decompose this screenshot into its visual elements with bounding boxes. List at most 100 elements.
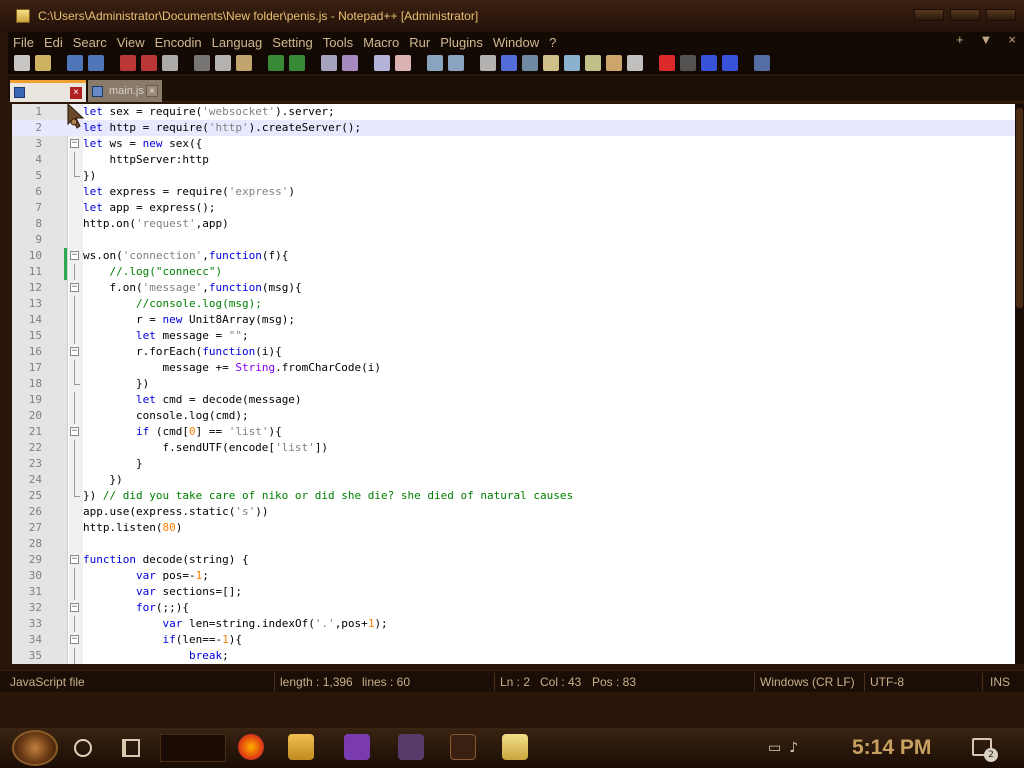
record-macro-icon[interactable] xyxy=(659,55,675,71)
code-line[interactable]: 23 } xyxy=(12,456,1015,472)
code-text[interactable]: //.log("connecc") xyxy=(83,264,223,280)
status-encoding[interactable]: UTF-8 xyxy=(870,675,904,689)
network-icon[interactable]: ▭ xyxy=(768,740,781,756)
clock[interactable]: 5:14 PM xyxy=(852,736,931,760)
code-line[interactable]: 33 var len=string.indexOf('.',pos+1); xyxy=(12,616,1015,632)
save-all-icon[interactable] xyxy=(88,55,104,71)
code-text[interactable]: var sections=[]; xyxy=(83,584,242,600)
code-text[interactable]: let cmd = decode(message) xyxy=(83,392,302,408)
stop-macro-icon[interactable] xyxy=(680,55,696,71)
start-button[interactable] xyxy=(12,730,58,766)
code-text[interactable]: http.listen(80) xyxy=(83,520,182,536)
code-line[interactable]: 19 let cmd = decode(message) xyxy=(12,392,1015,408)
close-icon[interactable] xyxy=(120,55,136,71)
close-document-icon[interactable]: × xyxy=(1008,32,1016,47)
visual-studio-icon[interactable] xyxy=(344,734,370,760)
function-list-icon[interactable] xyxy=(585,55,601,71)
redo-icon[interactable] xyxy=(289,55,305,71)
code-line[interactable]: 29 − function decode(string) { xyxy=(12,552,1015,568)
run-macro-icon[interactable] xyxy=(722,55,738,71)
menu-window[interactable]: Window xyxy=(488,35,544,50)
code-text[interactable]: var len=string.indexOf('.',pos+1); xyxy=(83,616,387,632)
code-text[interactable]: }) xyxy=(83,376,149,392)
code-text[interactable]: app.use(express.static('s')) xyxy=(83,504,268,520)
folder-workspace-icon[interactable] xyxy=(606,55,622,71)
code-line[interactable]: 25}) // did you take care of niko or did… xyxy=(12,488,1015,504)
minimize-button[interactable] xyxy=(914,9,944,21)
code-line[interactable]: 7 let app = express(); xyxy=(12,200,1015,216)
maximize-button[interactable] xyxy=(950,9,980,21)
app-monitor-icon[interactable] xyxy=(450,734,476,760)
code-line[interactable]: 26 app.use(express.static('s')) xyxy=(12,504,1015,520)
cortana-icon[interactable] xyxy=(74,739,92,757)
code-text[interactable]: http.on('request',app) xyxy=(83,216,229,232)
vertical-scrollbar[interactable] xyxy=(1015,104,1024,664)
code-line[interactable]: 6 let express = require('express') xyxy=(12,184,1015,200)
word-wrap-icon[interactable] xyxy=(480,55,496,71)
zoom-in-icon[interactable] xyxy=(374,55,390,71)
code-lines[interactable]: 1 let sex = require('websocket').server; 2… xyxy=(12,104,1015,664)
code-text[interactable]: f.on('message',function(msg){ xyxy=(83,280,301,296)
doc-map-icon[interactable] xyxy=(564,55,580,71)
code-line[interactable]: 34 − if(len==-1){ xyxy=(12,632,1015,648)
code-text[interactable]: }) // did you take care of niko or did s… xyxy=(83,488,573,504)
code-line[interactable]: 17 message += String.fromCharCode(i) xyxy=(12,360,1015,376)
code-text[interactable]: } xyxy=(83,456,143,472)
code-editor[interactable]: 1 let sex = require('websocket').server; 2… xyxy=(12,104,1015,664)
code-text[interactable]: function decode(string) { xyxy=(83,552,249,568)
code-line[interactable]: 3 − let ws = new sex({ xyxy=(12,136,1015,152)
code-text[interactable]: if (cmd[0] == 'list'){ xyxy=(83,424,282,440)
code-line[interactable]: 9 xyxy=(12,232,1015,248)
save-macro-icon[interactable] xyxy=(754,55,770,71)
code-line[interactable]: 30 var pos=-1; xyxy=(12,568,1015,584)
code-text[interactable]: let message = ""; xyxy=(83,328,249,344)
firefox-icon[interactable] xyxy=(238,734,264,760)
menu-run[interactable]: Rur xyxy=(404,35,435,50)
code-text[interactable]: let ws = new sex({ xyxy=(83,136,202,152)
menu-tools[interactable]: Tools xyxy=(318,35,358,50)
code-text[interactable]: }) xyxy=(83,168,96,184)
status-eol[interactable]: Windows (CR LF) xyxy=(760,675,855,689)
code-line[interactable]: 16 − r.forEach(function(i){ xyxy=(12,344,1015,360)
code-line[interactable]: 13 //console.log(msg); xyxy=(12,296,1015,312)
menu-view[interactable]: View xyxy=(112,35,150,50)
fold-collapse-icon[interactable]: − xyxy=(70,283,79,292)
code-text[interactable]: let http = require('http').createServer(… xyxy=(83,120,361,136)
code-text[interactable]: let sex = require('websocket').server; xyxy=(83,104,335,120)
volume-icon[interactable]: ♪ xyxy=(789,740,798,756)
code-line[interactable]: 32 − for(;;){ xyxy=(12,600,1015,616)
fold-collapse-icon[interactable]: − xyxy=(70,427,79,436)
sync-h-icon[interactable] xyxy=(448,55,464,71)
code-text[interactable]: r.forEach(function(i){ xyxy=(83,344,282,360)
open-file-icon[interactable] xyxy=(35,55,51,71)
code-line[interactable]: 12 − f.on('message',function(msg){ xyxy=(12,280,1015,296)
file-explorer-icon[interactable] xyxy=(288,734,314,760)
code-line[interactable]: 15 let message = ""; xyxy=(12,328,1015,344)
code-line[interactable]: 18 }) xyxy=(12,376,1015,392)
monitoring-icon[interactable] xyxy=(627,55,643,71)
scrollbar-thumb[interactable] xyxy=(1016,108,1023,308)
print-icon[interactable] xyxy=(162,55,178,71)
code-line[interactable]: 4 httpServer:http xyxy=(12,152,1015,168)
code-text[interactable]: if(len==-1){ xyxy=(83,632,241,648)
code-line[interactable]: 35 break; xyxy=(12,648,1015,664)
new-tab-plus-icon[interactable]: + xyxy=(956,32,964,47)
fold-collapse-icon[interactable]: − xyxy=(70,139,79,148)
menu-macro[interactable]: Macro xyxy=(358,35,404,50)
tab-penis-js[interactable]: penis.js × xyxy=(10,80,86,102)
menu-edit[interactable]: Edi xyxy=(39,35,68,50)
code-line[interactable]: 2 let http = require('http').createServer… xyxy=(12,120,1015,136)
code-line[interactable]: 11 //.log("connecc") xyxy=(12,264,1015,280)
taskbar-search-box[interactable] xyxy=(160,734,226,762)
code-line[interactable]: 10 − ws.on('connection',function(f){ xyxy=(12,248,1015,264)
code-line[interactable]: 21 − if (cmd[0] == 'list'){ xyxy=(12,424,1015,440)
fold-collapse-icon[interactable]: − xyxy=(70,555,79,564)
code-line[interactable]: 5}) xyxy=(12,168,1015,184)
menu-file[interactable]: File xyxy=(8,35,39,50)
replace-icon[interactable] xyxy=(342,55,358,71)
code-line[interactable]: 8 http.on('request',app) xyxy=(12,216,1015,232)
undo-icon[interactable] xyxy=(268,55,284,71)
code-line[interactable]: 14 r = new Unit8Array(msg); xyxy=(12,312,1015,328)
code-line[interactable]: 1 let sex = require('websocket').server; xyxy=(12,104,1015,120)
tab-close-icon[interactable]: × xyxy=(70,86,82,99)
